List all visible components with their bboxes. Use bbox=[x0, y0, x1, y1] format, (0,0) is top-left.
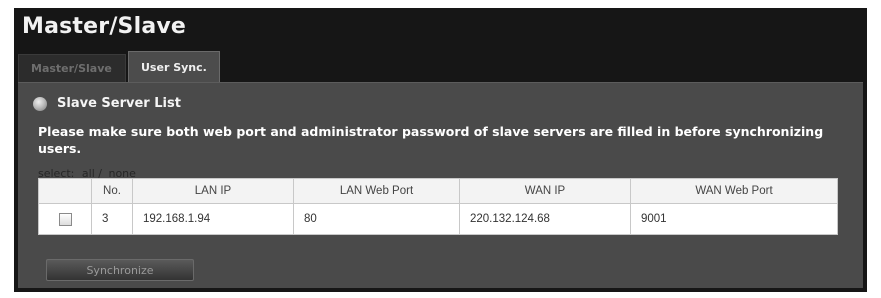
column-header-select bbox=[38, 178, 92, 204]
row-wan-web-port: 9001 bbox=[630, 203, 838, 235]
slave-server-table: No. LAN IP LAN Web Port WAN IP WAN Web P… bbox=[38, 178, 838, 235]
table-header-row: No. LAN IP LAN Web Port WAN IP WAN Web P… bbox=[38, 178, 838, 204]
column-header-wan-ip: WAN IP bbox=[459, 178, 631, 204]
section-title: Slave Server List bbox=[57, 96, 181, 111]
page-title: Master/Slave bbox=[22, 14, 187, 39]
tab-master-slave[interactable]: Master/Slave bbox=[18, 54, 126, 82]
table-row: 3 192.168.1.94 80 220.132.124.68 9001 bbox=[38, 203, 838, 235]
row-wan-ip: 220.132.124.68 bbox=[459, 203, 631, 235]
synchronize-button[interactable]: Synchronize bbox=[46, 259, 194, 281]
user-sync-panel: Slave Server List Please make sure both … bbox=[18, 82, 863, 288]
row-lan-web-port: 80 bbox=[293, 203, 460, 235]
row-lan-ip: 192.168.1.94 bbox=[132, 203, 294, 235]
column-header-no: No. bbox=[91, 178, 133, 204]
row-checkbox[interactable] bbox=[58, 212, 72, 226]
tab-bar: Master/Slave User Sync. bbox=[18, 51, 220, 82]
column-header-wan-web-port: WAN Web Port bbox=[630, 178, 838, 204]
row-no: 3 bbox=[91, 203, 133, 235]
sync-notice: Please make sure both web port and admin… bbox=[38, 124, 824, 156]
tab-user-sync[interactable]: User Sync. bbox=[128, 51, 220, 82]
column-header-lan-ip: LAN IP bbox=[132, 178, 294, 204]
column-header-lan-web-port: LAN Web Port bbox=[293, 178, 460, 204]
bullet-icon bbox=[33, 96, 47, 111]
section-header: Slave Server List bbox=[33, 96, 181, 111]
row-select-cell bbox=[38, 203, 92, 235]
